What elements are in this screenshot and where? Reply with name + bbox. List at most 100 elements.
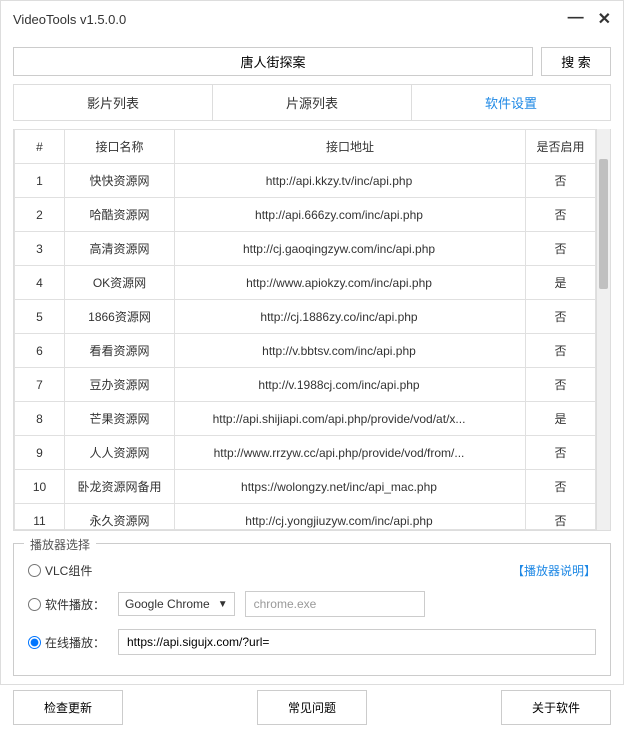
table-row[interactable]: 8芒果资源网http://api.shijiapi.com/api.php/pr… bbox=[15, 402, 596, 436]
tabs: 影片列表 片源列表 软件设置 bbox=[13, 84, 611, 121]
cell-num: 8 bbox=[15, 402, 65, 436]
online-text: 在线播放： bbox=[45, 634, 105, 651]
cell-enable: 否 bbox=[526, 164, 596, 198]
cell-num: 5 bbox=[15, 300, 65, 334]
online-radio[interactable] bbox=[28, 636, 41, 649]
software-text: 软件播放： bbox=[45, 596, 105, 613]
table-row[interactable]: 7豆办资源网http://v.1988cj.com/inc/api.php否 bbox=[15, 368, 596, 402]
cell-url: http://v.1988cj.com/inc/api.php bbox=[175, 368, 526, 402]
software-select-value: Google Chrome bbox=[125, 597, 210, 611]
search-row: 搜 索 bbox=[13, 47, 611, 76]
api-table: # 接口名称 接口地址 是否启用 1快快资源网http://api.kkzy.t… bbox=[14, 129, 596, 530]
cell-name: 快快资源网 bbox=[65, 164, 175, 198]
cell-enable: 否 bbox=[526, 470, 596, 504]
vlc-radio[interactable] bbox=[28, 564, 41, 577]
cell-enable: 否 bbox=[526, 436, 596, 470]
th-enable: 是否启用 bbox=[526, 130, 596, 164]
cell-url: http://cj.gaoqingzyw.com/inc/api.php bbox=[175, 232, 526, 266]
table-wrap: # 接口名称 接口地址 是否启用 1快快资源网http://api.kkzy.t… bbox=[13, 129, 611, 531]
cell-url: http://www.apiokzy.com/inc/api.php bbox=[175, 266, 526, 300]
table-row[interactable]: 4OK资源网http://www.apiokzy.com/inc/api.php… bbox=[15, 266, 596, 300]
table-row[interactable]: 11永久资源网http://cj.yongjiuzyw.com/inc/api.… bbox=[15, 504, 596, 530]
table-row[interactable]: 2哈酷资源网http://api.666zy.com/inc/api.php否 bbox=[15, 198, 596, 232]
check-update-button[interactable]: 检查更新 bbox=[13, 690, 123, 725]
cell-num: 1 bbox=[15, 164, 65, 198]
cell-enable: 否 bbox=[526, 334, 596, 368]
cell-enable: 否 bbox=[526, 504, 596, 530]
cell-url: http://api.666zy.com/inc/api.php bbox=[175, 198, 526, 232]
player-group-title: 播放器选择 bbox=[24, 536, 96, 553]
cell-url: http://v.bbtsv.com/inc/api.php bbox=[175, 334, 526, 368]
cell-num: 9 bbox=[15, 436, 65, 470]
cell-name: 高清资源网 bbox=[65, 232, 175, 266]
cell-enable: 否 bbox=[526, 198, 596, 232]
cell-num: 2 bbox=[15, 198, 65, 232]
close-icon[interactable]: ✕ bbox=[598, 9, 611, 29]
online-url-input[interactable] bbox=[118, 629, 596, 655]
about-button[interactable]: 关于软件 bbox=[501, 690, 611, 725]
online-row: 在线播放： bbox=[28, 623, 596, 661]
scrollbar[interactable] bbox=[596, 129, 610, 530]
content: 搜 索 影片列表 片源列表 软件设置 # 接口名称 接口地址 是否启用 1快快资… bbox=[1, 37, 623, 737]
cell-num: 3 bbox=[15, 232, 65, 266]
cell-url: http://cj.1886zy.co/inc/api.php bbox=[175, 300, 526, 334]
cell-url: http://cj.yongjiuzyw.com/inc/api.php bbox=[175, 504, 526, 530]
minimize-icon[interactable]: — bbox=[568, 9, 584, 29]
cell-url: http://api.shijiapi.com/api.php/provide/… bbox=[175, 402, 526, 436]
player-group: 播放器选择 VLC组件 【播放器说明】 软件播放： Google Chrome … bbox=[13, 543, 611, 676]
window-title: VideoTools v1.5.0.0 bbox=[13, 12, 126, 27]
footer: 检查更新 常见问题 关于软件 bbox=[13, 684, 611, 725]
chevron-down-icon: ▼ bbox=[218, 599, 228, 610]
table-row[interactable]: 6看看资源网http://v.bbtsv.com/inc/api.php否 bbox=[15, 334, 596, 368]
software-radio-label[interactable]: 软件播放： bbox=[28, 596, 108, 613]
cell-name: 卧龙资源网备用 bbox=[65, 470, 175, 504]
cell-enable: 否 bbox=[526, 232, 596, 266]
cell-num: 7 bbox=[15, 368, 65, 402]
tab-videos[interactable]: 影片列表 bbox=[14, 85, 213, 120]
cell-num: 6 bbox=[15, 334, 65, 368]
app-window: VideoTools v1.5.0.0 — ✕ 搜 索 影片列表 片源列表 软件… bbox=[0, 0, 624, 685]
th-name: 接口名称 bbox=[65, 130, 175, 164]
tab-sources[interactable]: 片源列表 bbox=[213, 85, 412, 120]
cell-num: 11 bbox=[15, 504, 65, 530]
scrollbar-thumb[interactable] bbox=[599, 159, 608, 289]
table-row[interactable]: 1快快资源网http://api.kkzy.tv/inc/api.php否 bbox=[15, 164, 596, 198]
faq-button[interactable]: 常见问题 bbox=[257, 690, 367, 725]
table-row[interactable]: 3高清资源网http://cj.gaoqingzyw.com/inc/api.p… bbox=[15, 232, 596, 266]
tab-settings[interactable]: 软件设置 bbox=[412, 85, 610, 120]
cell-enable: 是 bbox=[526, 402, 596, 436]
cell-name: 看看资源网 bbox=[65, 334, 175, 368]
software-radio[interactable] bbox=[28, 598, 41, 611]
vlc-radio-label[interactable]: VLC组件 bbox=[28, 562, 108, 579]
player-help-link[interactable]: 【播放器说明】 bbox=[512, 562, 596, 579]
cell-name: 永久资源网 bbox=[65, 504, 175, 530]
vlc-row: VLC组件 【播放器说明】 bbox=[28, 556, 596, 585]
software-select[interactable]: Google Chrome ▼ bbox=[118, 592, 235, 616]
cell-name: 1866资源网 bbox=[65, 300, 175, 334]
table-header-row: # 接口名称 接口地址 是否启用 bbox=[15, 130, 596, 164]
search-button[interactable]: 搜 索 bbox=[541, 47, 611, 76]
software-row: 软件播放： Google Chrome ▼ bbox=[28, 585, 596, 623]
cell-name: 豆办资源网 bbox=[65, 368, 175, 402]
th-url: 接口地址 bbox=[175, 130, 526, 164]
cell-name: 哈酷资源网 bbox=[65, 198, 175, 232]
table-row[interactable]: 9人人资源网http://www.rrzyw.cc/api.php/provid… bbox=[15, 436, 596, 470]
table-row[interactable]: 10卧龙资源网备用https://wolongzy.net/inc/api_ma… bbox=[15, 470, 596, 504]
online-radio-label[interactable]: 在线播放： bbox=[28, 634, 108, 651]
software-path-input[interactable] bbox=[245, 591, 425, 617]
titlebar: VideoTools v1.5.0.0 — ✕ bbox=[1, 1, 623, 37]
table-row[interactable]: 51866资源网http://cj.1886zy.co/inc/api.php否 bbox=[15, 300, 596, 334]
cell-url: http://api.kkzy.tv/inc/api.php bbox=[175, 164, 526, 198]
cell-num: 10 bbox=[15, 470, 65, 504]
th-num: # bbox=[15, 130, 65, 164]
cell-num: 4 bbox=[15, 266, 65, 300]
cell-name: 人人资源网 bbox=[65, 436, 175, 470]
vlc-text: VLC组件 bbox=[45, 562, 92, 579]
cell-url: https://wolongzy.net/inc/api_mac.php bbox=[175, 470, 526, 504]
cell-name: OK资源网 bbox=[65, 266, 175, 300]
cell-enable: 是 bbox=[526, 266, 596, 300]
cell-enable: 否 bbox=[526, 300, 596, 334]
search-input[interactable] bbox=[13, 47, 533, 76]
cell-name: 芒果资源网 bbox=[65, 402, 175, 436]
cell-url: http://www.rrzyw.cc/api.php/provide/vod/… bbox=[175, 436, 526, 470]
